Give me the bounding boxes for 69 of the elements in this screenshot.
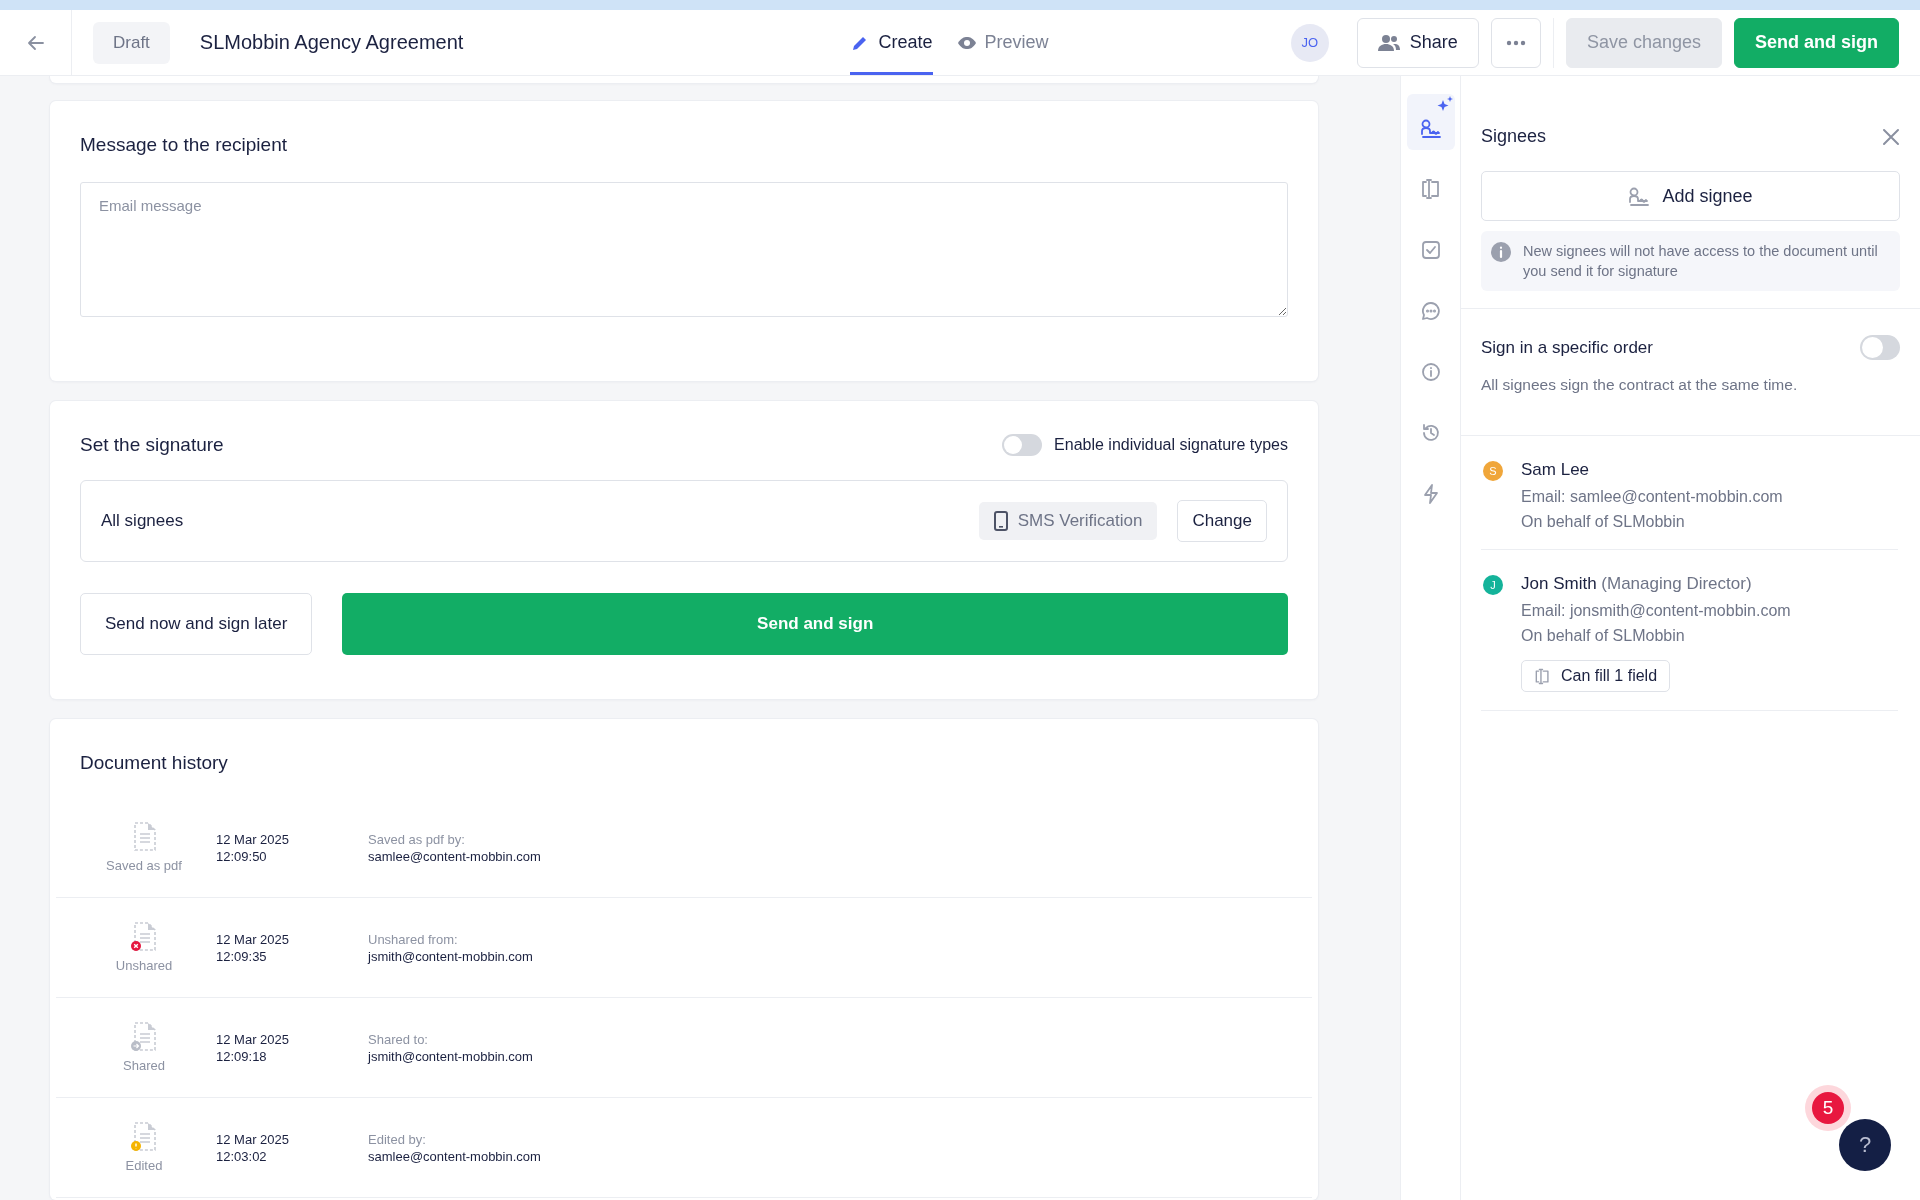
document-title: SLMobbin Agency Agreement xyxy=(199,31,464,54)
document-removed-icon xyxy=(131,922,157,952)
fields-button[interactable]: Can fill 1 field xyxy=(1521,660,1671,692)
signee-icon xyxy=(1628,185,1651,207)
panel-title: Signees xyxy=(1481,126,1547,147)
phone-icon xyxy=(993,511,1008,531)
order-toggle[interactable] xyxy=(1860,335,1900,360)
rail-tab[interactable] xyxy=(1406,94,1455,150)
event-label: Saved as pdf xyxy=(106,858,182,873)
event-date: 12 Mar 2025 xyxy=(216,1130,290,1148)
comment-icon xyxy=(1419,300,1442,322)
event-label: Unshared xyxy=(115,958,173,973)
order-label: Sign in a specific order xyxy=(1481,337,1653,358)
document-shared-icon xyxy=(131,1022,157,1052)
send-now-sign-later-button[interactable]: Send now and sign later xyxy=(80,593,313,655)
info-icon xyxy=(1491,242,1511,262)
toggle-switch[interactable] xyxy=(1002,434,1043,456)
draft-badge: Draft xyxy=(93,21,170,64)
row-label: All signees xyxy=(101,511,185,531)
event-email: samlee@content-mobbin.com xyxy=(368,1147,542,1165)
section-title: Set the signature xyxy=(80,434,224,456)
verification-chip: SMS Verification xyxy=(978,502,1158,540)
field-icon xyxy=(1534,667,1551,685)
event-date: 12 Mar 2025 xyxy=(216,930,290,948)
note-text: New signees will not have access to the document until you send it for signature xyxy=(1523,242,1879,281)
event-time: 12:09:35 xyxy=(216,947,268,965)
people-icon xyxy=(1377,33,1400,52)
event-action: Unshared from: xyxy=(368,930,459,948)
email-message-field[interactable]: Email message xyxy=(80,182,1288,317)
event-time: 12:09:50 xyxy=(216,847,268,865)
section-title: Message to the recipient xyxy=(80,134,288,156)
toggle-label: Enable individual signature types xyxy=(1054,436,1288,454)
event-time: 12:03:02 xyxy=(216,1147,268,1165)
more-icon xyxy=(1505,39,1526,46)
change-button[interactable]: Change xyxy=(1177,500,1267,542)
event-label: Shared xyxy=(123,1058,165,1073)
document-warning-icon xyxy=(131,1122,157,1152)
tab[interactable]: Preview xyxy=(956,10,1049,75)
sparkle-icon xyxy=(1435,95,1454,113)
more-button[interactable] xyxy=(1490,17,1541,68)
document-icon xyxy=(131,822,157,852)
info-icon xyxy=(1419,361,1442,383)
signee-avatar: J xyxy=(1483,575,1503,595)
event-label: Edited xyxy=(125,1158,163,1173)
close-icon[interactable] xyxy=(1882,127,1900,146)
signee-email: Email: samlee@content-mobbin.com xyxy=(1521,488,1784,506)
event-email: jsmith@content-mobbin.com xyxy=(368,947,534,965)
signee-name: Jon Smith (Managing Director) xyxy=(1521,574,1753,595)
signee-company: On behalf of SLMobbin xyxy=(1521,627,1686,645)
order-hint: All signees sign the contract at the same time. xyxy=(1481,376,1799,394)
checkbox-icon xyxy=(1419,239,1442,261)
signee-company: On behalf of SLMobbin xyxy=(1521,513,1686,531)
event-action: Shared to: xyxy=(368,1030,429,1048)
signee-avatar: S xyxy=(1483,461,1503,481)
event-email: samlee@content-mobbin.com xyxy=(368,847,542,865)
event-date: 12 Mar 2025 xyxy=(216,1030,290,1048)
user-avatar[interactable]: JO xyxy=(1290,23,1329,62)
share-button[interactable]: Share xyxy=(1356,17,1479,68)
event-action: Saved as pdf by: xyxy=(368,830,466,848)
event-action: Edited by: xyxy=(368,1130,427,1148)
signee-email: Email: jonsmith@content-mobbin.com xyxy=(1521,602,1792,620)
signee-icon xyxy=(1419,117,1442,139)
field-icon xyxy=(1419,178,1442,200)
event-time: 12:09:18 xyxy=(216,1047,268,1065)
signee-name: Sam Lee xyxy=(1521,460,1591,481)
event-date: 12 Mar 2025 xyxy=(216,830,290,848)
section-title: Document history xyxy=(79,752,229,774)
add-signee-button[interactable]: Add signee xyxy=(1481,171,1900,221)
event-email: jsmith@content-mobbin.com xyxy=(368,1047,534,1065)
